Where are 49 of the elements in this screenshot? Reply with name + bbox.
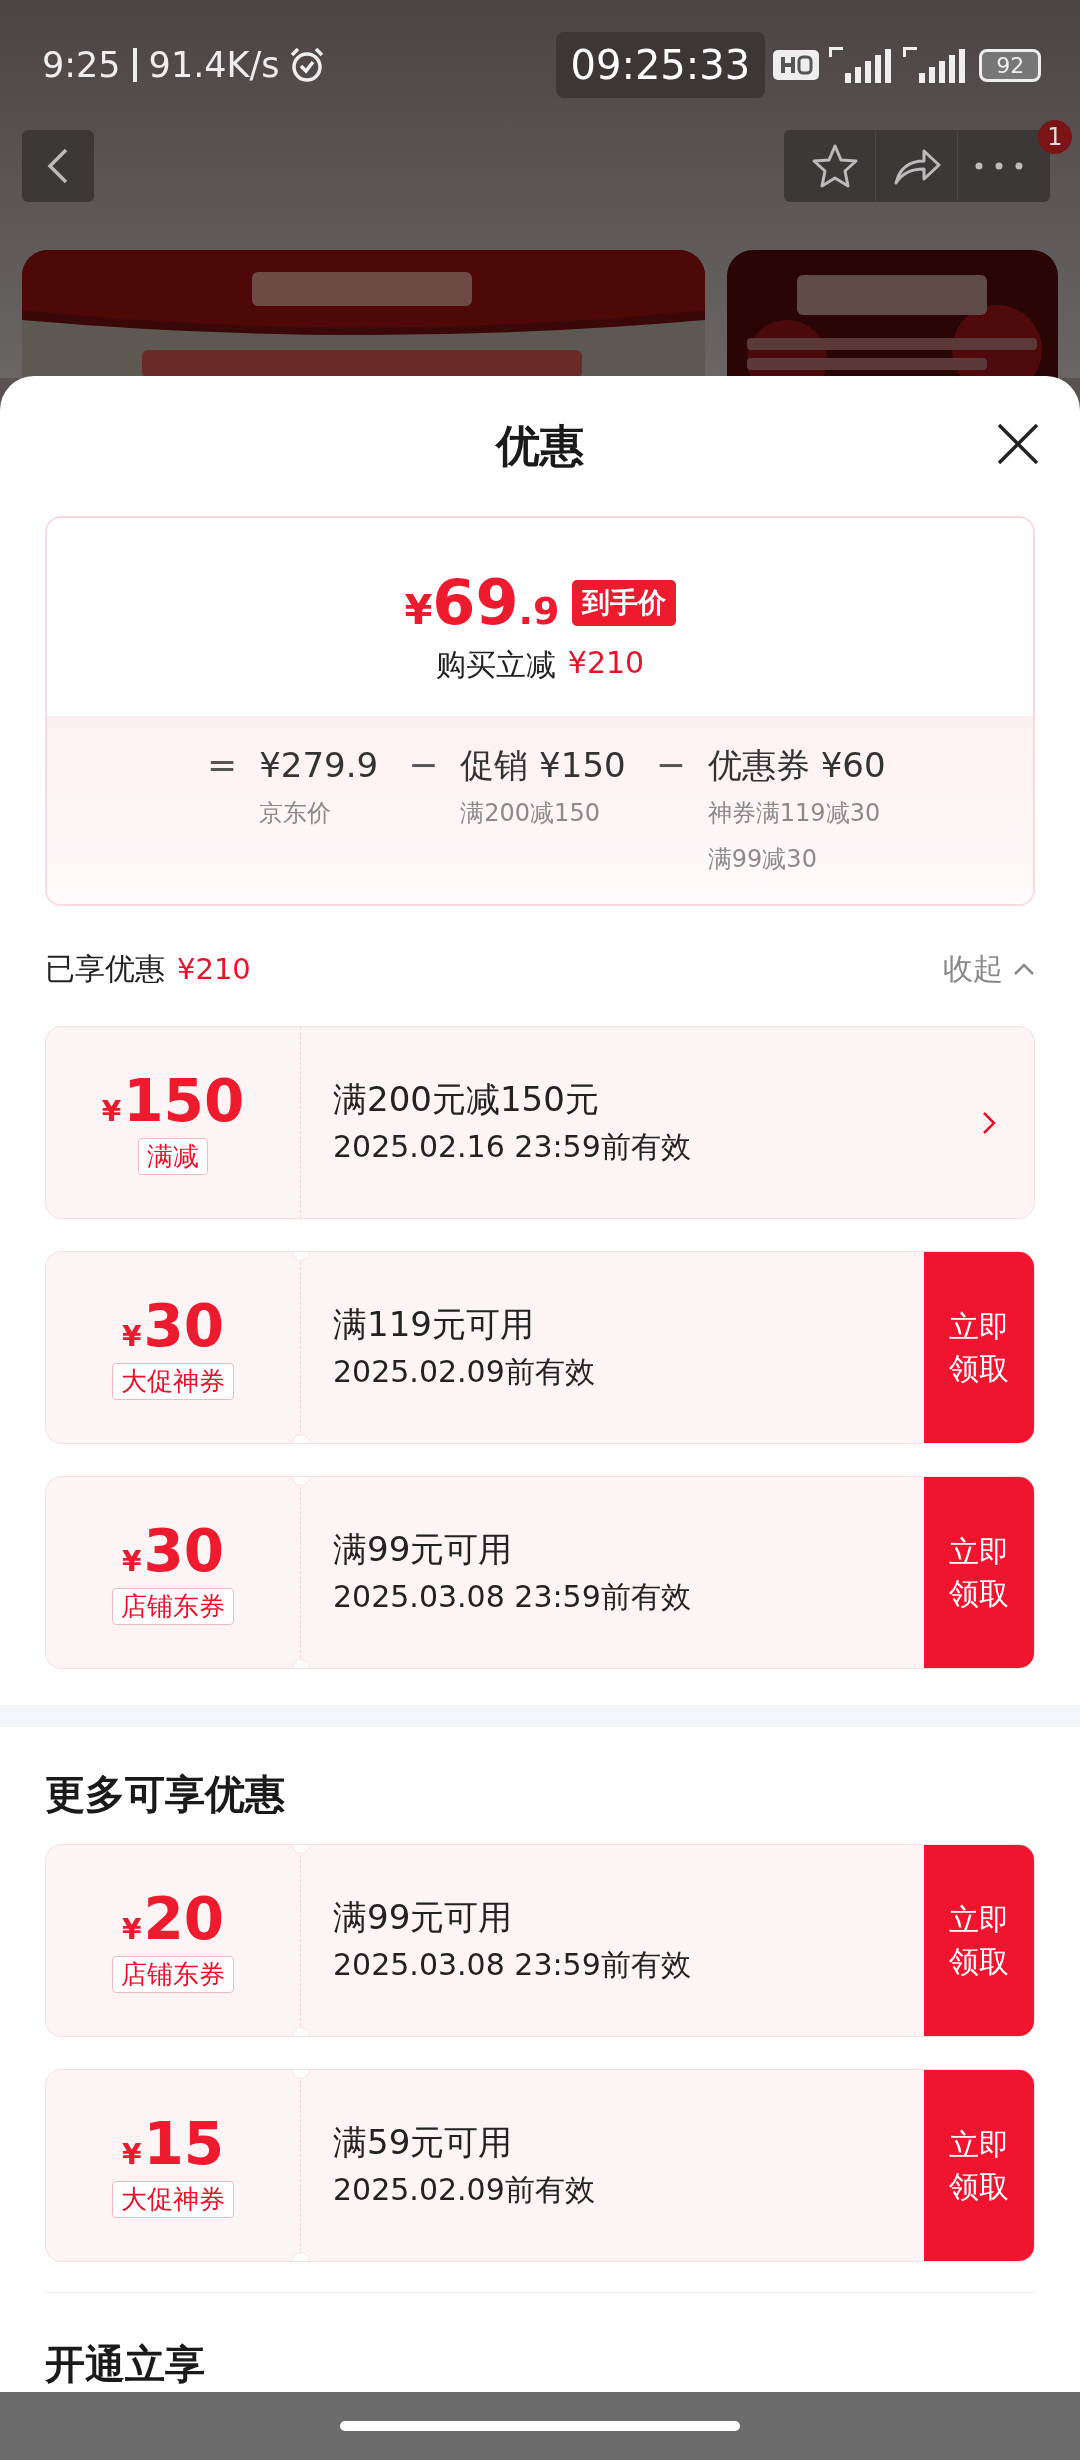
- coupon-condition: 满99元可用: [333, 1528, 514, 1571]
- coupon-tag: 大促神券: [112, 1362, 234, 1400]
- clock-overlay: 09:25:33: [555, 32, 766, 98]
- battery-indicator: 92: [979, 48, 1042, 82]
- coupon-validity: 2025.02.09前有效: [333, 1353, 596, 1391]
- applied-amount: ¥210: [177, 952, 251, 986]
- claim-button[interactable]: 立即领取: [924, 1845, 1034, 2036]
- coupon-tag: 店铺东券: [112, 1955, 234, 1993]
- coupon-validity: 2025.03.08 23:59前有效: [333, 1946, 692, 1984]
- coupon-condition: 满200元减150元: [333, 1078, 600, 1121]
- coupon-tag: 满减: [138, 1137, 208, 1175]
- collapse-toggle[interactable]: 收起: [943, 948, 1035, 990]
- section-title: 更多可享优惠: [44, 1770, 286, 1819]
- section-title: 开通立享: [44, 2340, 206, 2389]
- status-time: 9:25: [42, 45, 121, 85]
- operator-sign: =: [207, 743, 238, 787]
- coupon-validity: 2025.03.08 23:59前有效: [333, 1578, 692, 1616]
- coupon-amount: ¥30: [121, 1520, 225, 1584]
- claim-button[interactable]: 立即领取: [924, 2070, 1034, 2261]
- coupon-amount: ¥20: [121, 1888, 225, 1952]
- coupon-condition: 满99元可用: [333, 1896, 514, 1939]
- coupon-validity: 2025.02.16 23:59前有效: [333, 1128, 692, 1166]
- price-note: 满99减30: [707, 844, 818, 875]
- coupon-amount: ¥15: [121, 2113, 225, 2177]
- price-note: 神券满119减30: [707, 798, 882, 829]
- operator-sign: −: [408, 743, 439, 787]
- notification-badge: 1: [1038, 120, 1072, 154]
- sheet-title: 优惠: [496, 418, 584, 473]
- coupon-tag: 大促神券: [112, 2180, 234, 2218]
- claim-button[interactable]: 立即领取: [924, 1252, 1034, 1443]
- saving-label: 购买立减: [435, 646, 556, 684]
- final-price-tag: 到手价: [571, 579, 676, 626]
- price-component: 促销 ¥150: [460, 744, 626, 787]
- coupon-tag: 店铺东券: [112, 1587, 234, 1625]
- section-label: 已享优惠: [45, 949, 165, 988]
- coupon-amount: ¥150: [101, 1070, 245, 1134]
- saving-amount: ¥210: [567, 645, 645, 682]
- coupon-validity: 2025.02.09前有效: [333, 2171, 596, 2209]
- claim-button[interactable]: 立即领取: [924, 1477, 1034, 1668]
- price-note: 京东价: [259, 798, 333, 829]
- network-speed: 91.4K/s: [148, 45, 280, 85]
- operator-sign: −: [655, 743, 686, 787]
- final-price: ¥69.9: [404, 566, 560, 639]
- price-component: 优惠券 ¥60: [707, 744, 886, 787]
- price-component: ¥279.9: [259, 744, 379, 787]
- coupon-amount: ¥30: [121, 1295, 225, 1359]
- coupon-condition: 满119元可用: [333, 1303, 535, 1346]
- price-note: 满200减150: [460, 798, 601, 829]
- coupon-condition: 满59元可用: [333, 2121, 514, 2164]
